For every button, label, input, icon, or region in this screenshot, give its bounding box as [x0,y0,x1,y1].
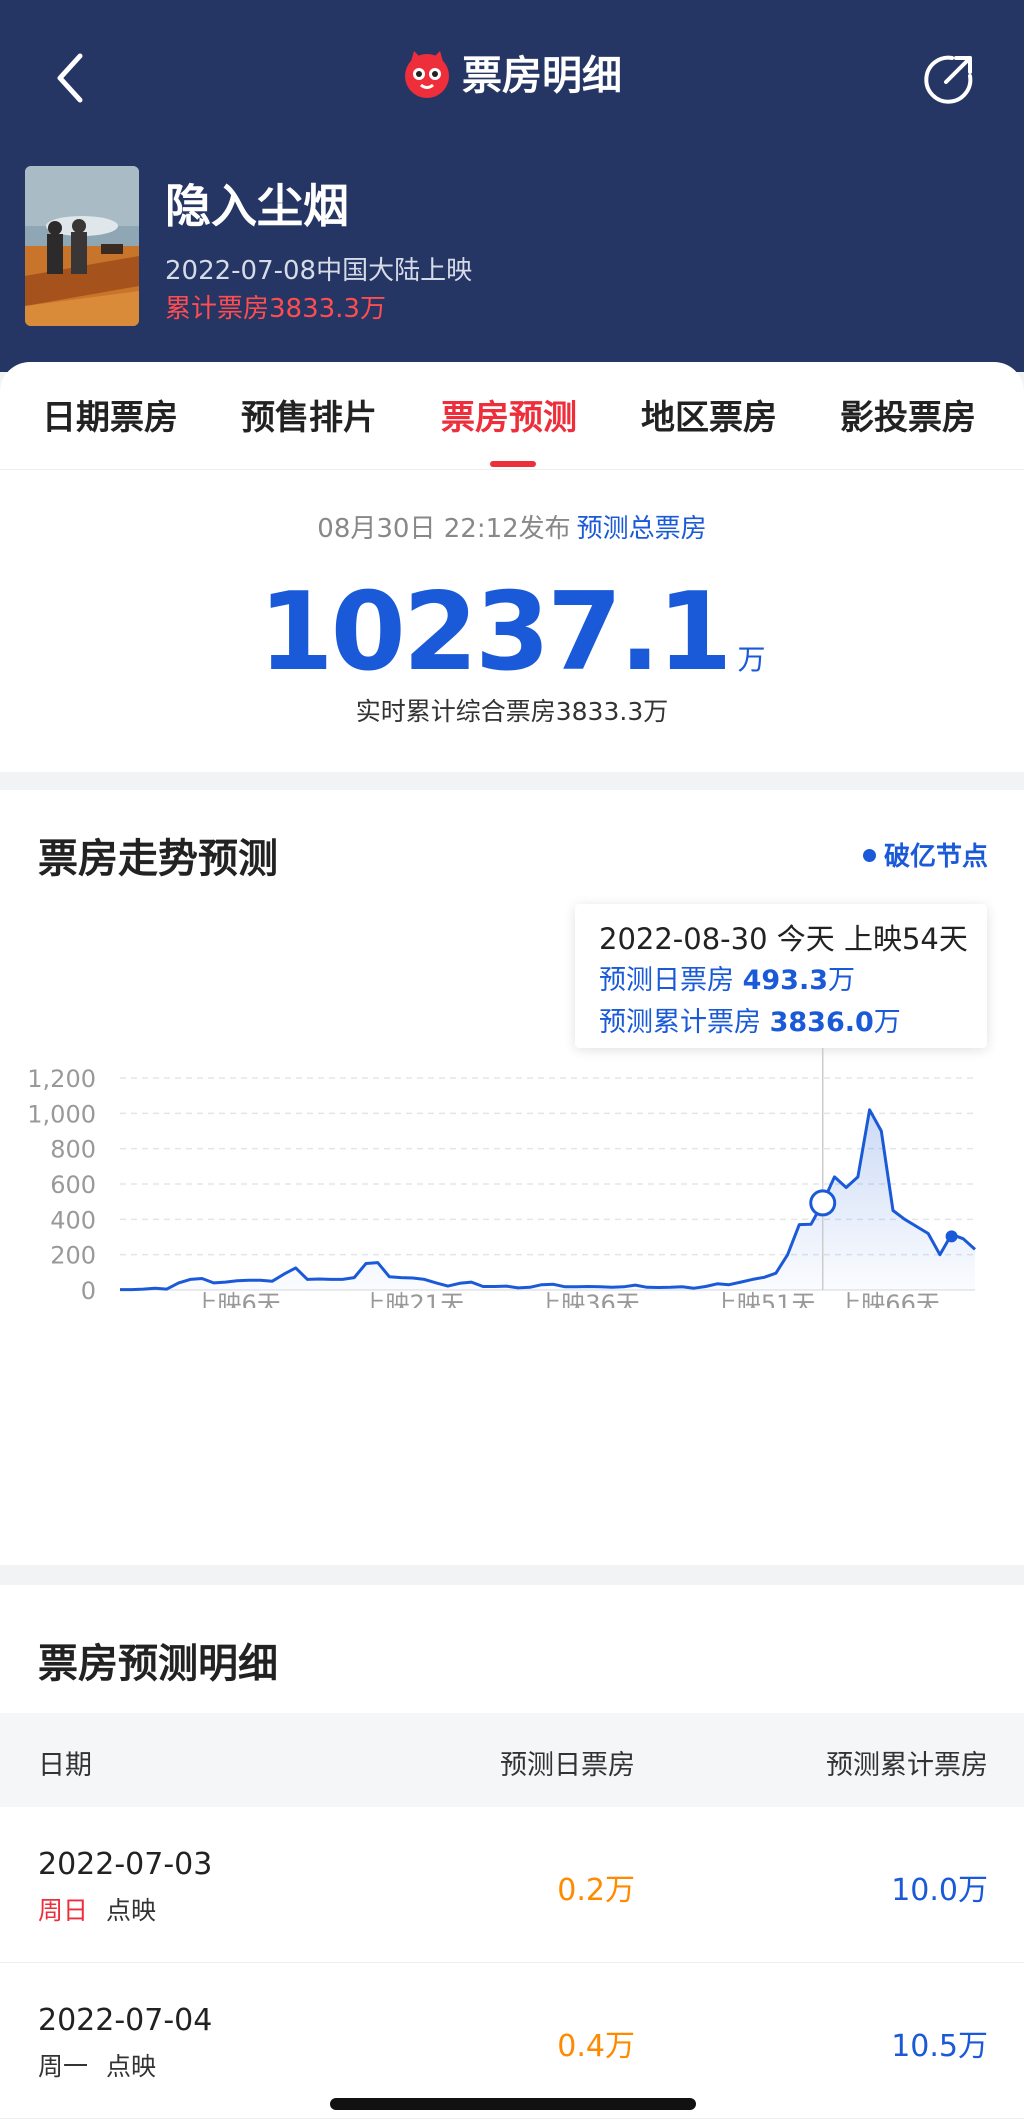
tab-investor-box-office[interactable]: 影投票房 [840,390,976,439]
row-tag: 点映 [106,1896,157,1925]
cumulative-box-office: 累计票房3833.3万 [165,294,386,324]
row-date: 2022-07-03 [38,1847,213,1882]
row-weekday: 周日 [38,1896,89,1925]
forecast-total: 10237.1 万 [0,570,1024,695]
column-cumulative-forecast: 预测累计票房 [826,1750,988,1781]
column-date: 日期 [38,1750,92,1781]
row-tag: 点映 [106,2052,157,2081]
publish-time: 08月30日 22:12发布 [317,514,571,544]
active-tab-indicator [490,461,536,467]
x-tick-label: 上映21天 [362,1290,465,1308]
table-header: 日期 预测日票房 预测累计票房 [0,1713,1024,1807]
tooltip-cume-label: 预测累计票房 [599,1007,770,1038]
tooltip-cume-value: 3836.0 [769,1007,874,1038]
milestone-point [945,1230,958,1243]
realtime-cumulative: 实时累计综合票房3833.3万 [355,697,669,726]
tooltip-daily-unit: 万 [828,965,855,996]
y-tick-label: 400 [50,1206,96,1234]
box-office-trend-chart[interactable]: 0 200 400 600 800 1,000 1,200 上映6天 上映21天 上映36天 上映5… [0,1048,1024,1308]
row-total: 10.0万 [891,1873,988,1908]
column-daily-forecast: 预测日票房 [500,1750,635,1781]
row-daily: 0.4万 [557,2029,635,2064]
share-icon[interactable] [922,52,976,106]
y-tick-label: 1,000 [27,1100,96,1128]
y-tick-label: 800 [50,1136,96,1164]
milestone-legend[interactable]: 破亿节点 [862,836,988,873]
highlight-point [809,1189,837,1217]
row-date: 2022-07-04 [38,2003,213,2038]
tab-regional-box-office[interactable]: 地区票房 [641,390,777,439]
header: 票房明细 隐入尘烟 2022-07-08中国大陆上映 累计票房3833.3万 [0,0,1024,372]
tooltip-date: 2022-08-30 今天 上映54天 [599,922,968,956]
detail-title: 票房预测明细 [38,1641,278,1687]
tab-bar: 日期票房 预售排片 票房预测 地区票房 影投票房 [0,362,1024,470]
movie-poster[interactable] [25,166,139,326]
tooltip-cume-unit: 万 [873,1007,901,1038]
forecast-total-value: 10237.1 [258,570,733,695]
trend-section: 票房走势预测 破亿节点 2022-08-30 今天 上映54天 预测日票房 49… [0,790,1024,1565]
y-tick-label: 0 [81,1277,96,1305]
row-weekday: 周一 [38,2052,89,2081]
tooltip-daily-label: 预测日票房 [599,965,743,996]
tab-daily-box-office[interactable]: 日期票房 [42,390,178,439]
tab-box-office-forecast[interactable]: 票房预测 [441,390,577,439]
row-daily: 0.2万 [557,1873,635,1908]
tooltip-daily-value: 493.3 [742,965,828,996]
forecast-panel: 日期票房 预售排片 票房预测 地区票房 影投票房 08月30日 22:12发布预… [0,362,1024,772]
y-tick-label: 600 [50,1171,96,1199]
series-area [120,1109,975,1290]
milestone-label: 破亿节点 [883,842,988,872]
publish-info: 08月30日 22:12发布 预测总票房 [0,508,1024,545]
table-row[interactable]: 2022-07-03 周日 点映 0.2万 10.0万 [0,1807,1024,1963]
table-row[interactable]: 2022-07-04 周一 点映 0.4万 10.5万 [0,1963,1024,2119]
tab-presale-schedule[interactable]: 预售排片 [241,390,377,439]
nav-title-text: 票房明细 [462,53,622,99]
y-tick-label: 1,200 [27,1065,96,1093]
chart-tooltip: 2022-08-30 今天 上映54天 预测日票房 493.3万 预测累计票房 … [575,904,987,1048]
detail-section: 票房预测明细 日期 预测日票房 预测累计票房 2022-07-03 周日 点映 … [0,1585,1024,2127]
tooltip-cume: 预测累计票房 3836.0万 [599,1002,987,1044]
y-tick-label: 200 [50,1242,96,1270]
x-tick-label: 上映66天 [837,1290,940,1308]
movie-name: 隐入尘烟 [165,179,349,233]
trend-title: 票房走势预测 [38,836,278,882]
row-total: 10.5万 [891,2029,988,2064]
x-tick-label: 上映6天 [193,1290,280,1308]
home-indicator [330,2098,696,2110]
forecast-total-link[interactable]: 预测总票房 [577,514,707,544]
forecast-total-unit: 万 [737,643,766,676]
page-title: 票房明细 [0,44,1024,108]
x-tick-label: 上映51天 [713,1290,816,1308]
x-tick-label: 上映36天 [537,1290,640,1308]
milestone-dot-icon [862,849,876,862]
cat-logo-icon [405,51,449,98]
release-date: 2022-07-08中国大陆上映 [165,256,473,286]
tooltip-daily: 预测日票房 493.3万 [599,960,987,1002]
